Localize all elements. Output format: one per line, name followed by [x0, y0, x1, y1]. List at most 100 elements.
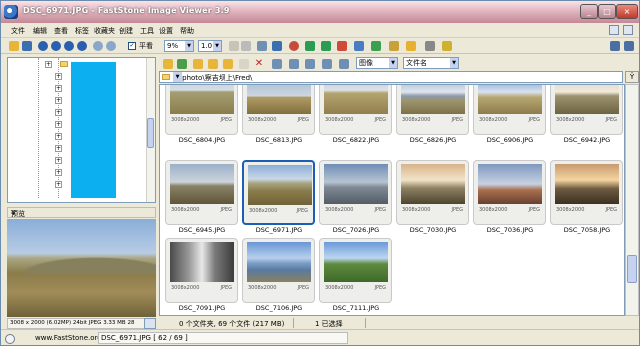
- open-folder-icon[interactable]: [9, 41, 19, 51]
- expand-icon[interactable]: +: [55, 109, 62, 116]
- ratio-select[interactable]: 1.0 ▼: [198, 40, 222, 52]
- layout-icon[interactable]: [609, 25, 619, 35]
- expand-icon[interactable]: +: [55, 133, 62, 140]
- compare-icon[interactable]: [354, 41, 364, 51]
- expand-icon[interactable]: +: [55, 157, 62, 164]
- folder-tree[interactable]: + + + + + + + + + + +: [7, 57, 156, 203]
- path-input[interactable]: E:\photo\察吉坝上\Fred\ ▼: [159, 71, 623, 83]
- email-icon[interactable]: [389, 41, 399, 51]
- website-link[interactable]: www.FastStone.org: [35, 334, 102, 342]
- move-to-folder-icon[interactable]: [208, 59, 218, 69]
- rename-icon[interactable]: [239, 59, 249, 69]
- panel-icon[interactable]: [623, 25, 633, 35]
- thumbnail-dimensions: 3008x2000: [249, 208, 278, 214]
- view-select[interactable]: 图像 ▼: [356, 57, 398, 69]
- zoom-out-icon[interactable]: [106, 41, 116, 51]
- zoom-in-icon[interactable]: [93, 41, 103, 51]
- rotate-left-icon[interactable]: [305, 41, 315, 51]
- thumbnail-card[interactable]: 3008x2000 JPEG: [319, 160, 392, 225]
- expand-icon[interactable]: +: [55, 85, 62, 92]
- mail-icon[interactable]: [406, 41, 416, 51]
- thumbnail-card[interactable]: 3008x2000 JPEG: [396, 85, 469, 135]
- menu-create[interactable]: 创建: [119, 26, 133, 36]
- view-mode-icon[interactable]: [610, 41, 620, 51]
- fullscreen-checkbox[interactable]: ✓: [128, 42, 136, 50]
- copy-to-folder-icon[interactable]: [193, 59, 203, 69]
- print-icon[interactable]: [425, 41, 435, 51]
- thumbnail-card[interactable]: 3008x2000 JPEG: [550, 160, 623, 225]
- expand-icon[interactable]: +: [55, 73, 62, 80]
- expand-icon[interactable]: +: [55, 121, 62, 128]
- thumbnail-dimensions: 3008x2000: [325, 117, 354, 123]
- thumbnail-card[interactable]: 3008x2000 JPEG: [396, 160, 469, 225]
- thumbnail-card[interactable]: 3008x2000 JPEG: [165, 160, 238, 225]
- scroll-thumb[interactable]: [627, 255, 637, 283]
- menu-help[interactable]: 帮助: [180, 26, 194, 36]
- hand-tool-icon[interactable]: [229, 41, 239, 51]
- effects-icon[interactable]: [337, 41, 347, 51]
- previous-icon[interactable]: [51, 41, 61, 51]
- rotate-right-icon[interactable]: [321, 41, 331, 51]
- expand-icon[interactable]: +: [55, 169, 62, 176]
- browser-scrollbar[interactable]: [625, 84, 639, 316]
- close-button[interactable]: ×: [616, 4, 638, 19]
- thumbnail-dimensions: 3008x2000: [479, 207, 508, 213]
- fit-icon[interactable]: [144, 318, 156, 329]
- menu-tools[interactable]: 工具: [140, 26, 154, 36]
- path-go-button[interactable]: Ÿ: [625, 71, 639, 83]
- thumbnail-image: [478, 164, 542, 204]
- save-icon[interactable]: [22, 41, 32, 51]
- thumbnail-mode-icon[interactable]: [624, 41, 634, 51]
- delete-icon[interactable]: ✕: [254, 59, 264, 69]
- slideshow-icon[interactable]: [371, 41, 381, 51]
- expand-icon[interactable]: +: [55, 97, 62, 104]
- red-eye-icon[interactable]: [289, 41, 299, 51]
- thumbnail-card[interactable]: 3008x2000 JPEG: [242, 238, 315, 303]
- thumbnail-card[interactable]: 3008x2000 JPEG: [473, 85, 546, 135]
- thumbnail-card[interactable]: 3008x2000 JPEG: [165, 238, 238, 303]
- thumbnail-dimensions: 3008x2000: [556, 117, 585, 123]
- chevron-down-icon[interactable]: ▼: [173, 72, 182, 82]
- minimize-button[interactable]: _: [580, 4, 598, 19]
- thumbnails-icon[interactable]: [305, 59, 315, 69]
- thumbnail-card[interactable]: 3008x2000 JPEG: [242, 160, 315, 225]
- select-tool-icon[interactable]: [241, 41, 251, 51]
- zoom-select[interactable]: 9% ▼: [164, 40, 194, 52]
- thumbnail-card[interactable]: 3008x2000 JPEG: [473, 160, 546, 225]
- thumbnail-card[interactable]: 3008x2000 JPEG: [165, 85, 238, 135]
- thumbnail-dimensions: 3008x2000: [556, 207, 585, 213]
- list-icon[interactable]: [289, 59, 299, 69]
- menu-tags[interactable]: 标签: [75, 26, 89, 36]
- favorite-icon[interactable]: [442, 41, 452, 51]
- maximize-button[interactable]: □: [598, 4, 616, 19]
- last-icon[interactable]: [77, 41, 87, 51]
- thumbnail-card[interactable]: 3008x2000 JPEG: [319, 85, 392, 135]
- expand-icon[interactable]: +: [55, 181, 62, 188]
- menu-file[interactable]: 文件: [11, 26, 25, 36]
- thumbnail-card[interactable]: 3008x2000 JPEG: [550, 85, 623, 135]
- refresh-icon[interactable]: [177, 59, 187, 69]
- details-icon[interactable]: [272, 59, 282, 69]
- pin-icon[interactable]: ¥: [11, 209, 153, 217]
- up-folder-icon[interactable]: [163, 59, 173, 69]
- menu-favorites[interactable]: 收藏夹: [94, 26, 115, 36]
- menu-settings[interactable]: 设置: [159, 26, 173, 36]
- thumbnail-card[interactable]: 3008x2000 JPEG: [319, 238, 392, 303]
- tiles-icon[interactable]: [339, 59, 349, 69]
- menu-view[interactable]: 查看: [54, 26, 68, 36]
- thumbnail-browser[interactable]: 3008x2000 JPEG DSC_6804.JPG 3008x2000 JPEG DS…: [159, 84, 625, 316]
- thumbnail-card[interactable]: 3008x2000 JPEG: [242, 85, 315, 135]
- expand-icon[interactable]: +: [45, 61, 52, 68]
- next-icon[interactable]: [64, 41, 74, 51]
- filmstrip-icon[interactable]: [322, 59, 332, 69]
- new-folder-icon[interactable]: [223, 59, 233, 69]
- resize-icon[interactable]: [272, 41, 282, 51]
- menu-edit[interactable]: 编辑: [33, 26, 47, 36]
- scroll-thumb[interactable]: [147, 118, 154, 148]
- crop-icon[interactable]: [257, 41, 267, 51]
- expand-icon[interactable]: +: [55, 145, 62, 152]
- tree-scrollbar[interactable]: [146, 58, 155, 202]
- first-icon[interactable]: [38, 41, 48, 51]
- thumbnail-image: [324, 242, 388, 282]
- sort-select[interactable]: 文件名 ▼: [403, 57, 459, 69]
